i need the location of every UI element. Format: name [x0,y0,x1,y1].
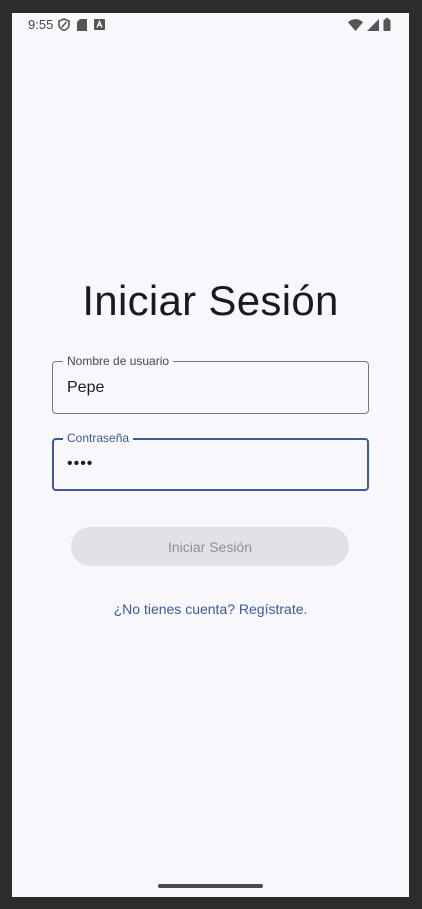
signal-icon [367,18,379,31]
password-label: Contraseña [63,431,134,445]
status-time: 9:55 [28,17,54,32]
app-screen: 9:55 Iniciar Sesión Nombre de usuario Pe… [12,13,409,897]
register-link[interactable]: ¿No tienes cuenta? Regístrate. [12,601,409,617]
sd-card-icon [77,18,87,31]
battery-icon [383,18,391,31]
password-input[interactable]: •••• [67,455,347,473]
status-bar: 9:55 [12,13,409,37]
status-left-icons [58,18,105,31]
username-input[interactable] [67,379,347,397]
username-field[interactable]: Nombre de usuario [52,354,369,414]
status-right-icons [348,18,391,31]
shield-icon [58,18,70,31]
username-label: Nombre de usuario [63,354,174,368]
wifi-icon [348,18,363,31]
login-button[interactable]: Iniciar Sesión [71,527,349,566]
keyboard-a-icon [94,19,105,30]
home-indicator[interactable] [158,884,263,888]
page-title: Iniciar Sesión [82,277,339,324]
password-field[interactable]: Contraseña •••• [52,431,369,491]
